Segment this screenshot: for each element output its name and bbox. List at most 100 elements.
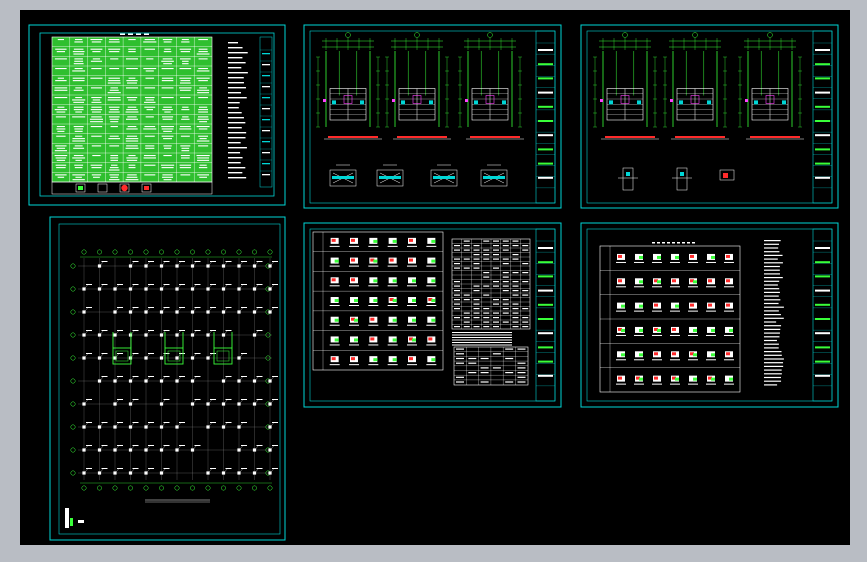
table-cell-text [163, 145, 172, 147]
column-tag [117, 422, 123, 423]
detail-label [670, 286, 680, 288]
detail-label [652, 359, 662, 361]
table-cell-text [73, 126, 84, 128]
table-cell-text [55, 80, 67, 82]
title-block-text-stroke [815, 318, 830, 320]
cyan-marker [782, 100, 786, 105]
detail-green-fill [693, 377, 697, 381]
table-cell-text [181, 39, 189, 41]
cyan-marker [474, 100, 478, 105]
axis-bubble [81, 249, 87, 255]
table-cell-text [90, 87, 102, 89]
table-cell-text [108, 41, 120, 43]
table-cell-text [180, 174, 191, 176]
detail-label [407, 245, 417, 247]
table-cell-text [127, 174, 137, 176]
detail-label [368, 265, 379, 267]
schedule-cell-text [483, 321, 490, 323]
schedule-cell-text [483, 276, 490, 278]
column-tag [132, 399, 139, 400]
column-mark [128, 448, 133, 452]
detail-green-fill [693, 353, 697, 357]
table-title-stroke [128, 33, 133, 35]
schedule-cell-text [463, 249, 470, 251]
schedule-table [51, 33, 213, 183]
sheet-stair-plans-a[interactable] [303, 24, 562, 209]
note-line [764, 314, 781, 316]
table-cell-text [181, 150, 190, 152]
table-cell-text [128, 48, 136, 50]
column-tag [194, 330, 201, 331]
column-tag [241, 353, 247, 354]
title-block-text-stroke [538, 374, 553, 377]
table-cell-text [162, 39, 173, 41]
note-line [764, 317, 784, 319]
column-tag [225, 376, 232, 377]
cad-model-space[interactable] [20, 10, 850, 545]
table-cell-text [108, 111, 120, 113]
table-cell-text [57, 39, 64, 41]
table-cell-text [162, 176, 174, 178]
table-cell-text [127, 116, 137, 118]
table-cell-text [110, 157, 119, 159]
schedule-cell-text [483, 308, 490, 310]
title-block-text [262, 174, 270, 176]
note-line [228, 72, 248, 74]
column-tag [179, 307, 185, 308]
table-cell-text [199, 121, 208, 123]
note-line [228, 142, 241, 144]
axis-bubble [221, 249, 226, 255]
table-cell-text [56, 147, 66, 149]
drawing-canvas[interactable] [20, 10, 850, 545]
table-cell-text [162, 116, 174, 118]
column-mark [113, 333, 117, 337]
column-mark [97, 425, 102, 429]
detail-red-fill [351, 258, 355, 262]
detail-green-fill [431, 318, 436, 322]
detail-label [329, 324, 340, 326]
axis-bubble [414, 32, 420, 38]
column-mark [144, 356, 148, 360]
sheet-stair-plans-b[interactable] [580, 24, 839, 209]
table-cell-text [54, 150, 67, 152]
sheet-schedule-table[interactable] [28, 24, 286, 206]
table-cell-text [57, 130, 65, 132]
axis-bubble [128, 249, 133, 255]
axis-bubble [267, 485, 273, 491]
detail-label [368, 305, 379, 307]
detail-label [652, 286, 662, 288]
detail-label [616, 359, 626, 361]
column-tag [272, 445, 278, 446]
detail-label [616, 286, 626, 288]
detail-label [724, 359, 734, 361]
table-cell-text [182, 106, 189, 108]
column-mark [190, 448, 195, 452]
axis-bubble [487, 32, 493, 38]
axis-bubble [70, 447, 76, 453]
schedule-cell-text [483, 254, 490, 256]
table-cell-text [110, 159, 118, 161]
cyan-marker [401, 100, 405, 105]
sheet-detail-grid-a[interactable] [303, 222, 562, 408]
column-tag [117, 399, 123, 400]
detail-label [688, 261, 698, 263]
column-mark [144, 379, 148, 383]
sheet-column-layout-plan[interactable] [49, 216, 286, 541]
table-cell-text [198, 39, 208, 41]
detail-label [706, 383, 716, 385]
sheet-detail-grid-b[interactable] [580, 222, 839, 408]
note-line [228, 67, 242, 69]
detail-label [688, 334, 698, 336]
table-cell-text [179, 77, 192, 79]
detail-label [349, 265, 359, 267]
title-block-text-stroke [815, 134, 830, 137]
magenta-dot [323, 99, 326, 102]
table-cell-text [181, 157, 190, 159]
axis-bubble [252, 485, 257, 491]
detail-green-fill [729, 377, 733, 381]
title-block-text [262, 97, 270, 99]
column-mark [268, 287, 272, 291]
table-cell-text [127, 106, 137, 108]
table-cell-text [72, 70, 86, 72]
column-tag [194, 284, 201, 285]
